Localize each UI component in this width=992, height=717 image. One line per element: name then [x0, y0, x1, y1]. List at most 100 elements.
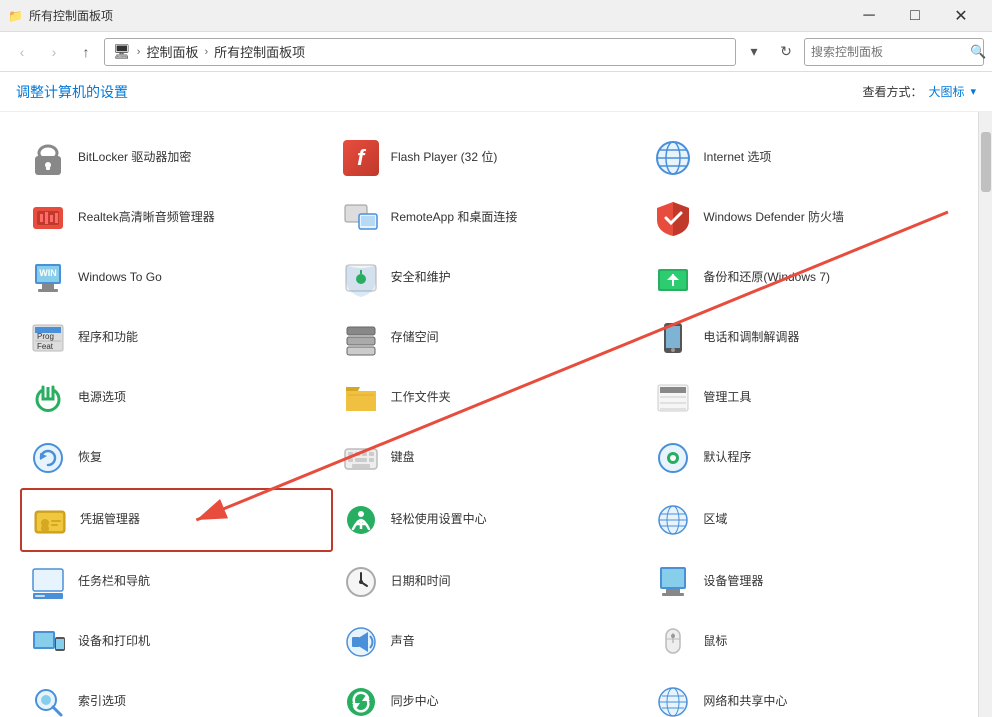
label-bitlocker: BitLocker 驱动器加密 — [78, 150, 191, 166]
grid-item-indexing[interactable]: 索引选项 — [20, 672, 333, 717]
grid-item-network[interactable]: 网络和共享中心 — [645, 672, 958, 717]
label-devicemgr: 设备管理器 — [703, 574, 763, 590]
icon-network — [653, 682, 693, 717]
grid-item-defaults[interactable]: 默认程序 — [645, 428, 958, 488]
address-path[interactable]: 🖥 › 控制面板 › 所有控制面板项 — [104, 38, 736, 66]
back-button[interactable]: ‹ — [8, 38, 36, 66]
view-current[interactable]: 大图标 — [928, 83, 964, 100]
up-button[interactable]: ↑ — [72, 38, 100, 66]
grid-item-remoteapp[interactable]: RemoteApp 和桌面连接 — [333, 188, 646, 248]
grid-item-keyboard[interactable]: 键盘 — [333, 428, 646, 488]
grid-item-power[interactable]: 电源选项 — [20, 368, 333, 428]
label-programs: 程序和功能 — [78, 330, 138, 346]
label-workfolder: 工作文件夹 — [391, 390, 451, 406]
label-mouse: 鼠标 — [703, 634, 727, 650]
icon-manage — [653, 378, 693, 418]
label-keyboard: 键盘 — [391, 450, 415, 466]
grid-item-devices[interactable]: 设备和打印机 — [20, 612, 333, 672]
grid-item-workfolder[interactable]: 工作文件夹 — [333, 368, 646, 428]
icon-power — [28, 378, 68, 418]
grid-item-region[interactable]: 区域 — [645, 488, 958, 552]
close-button[interactable]: ✕ — [938, 0, 984, 32]
label-indexing: 索引选项 — [78, 694, 126, 710]
search-input[interactable] — [811, 45, 966, 59]
search-box[interactable]: 🔍 — [804, 38, 984, 66]
icon-easyaccess — [341, 500, 381, 540]
label-storage: 存储空间 — [391, 330, 439, 346]
dropdown-button[interactable]: ▾ — [740, 38, 768, 66]
view-label: 查看方式： — [862, 83, 922, 100]
search-icon: 🔍 — [970, 44, 986, 60]
icon-internet — [653, 138, 693, 178]
label-region: 区域 — [703, 512, 727, 528]
grid-item-defender[interactable]: Windows Defender 防火墙 — [645, 188, 958, 248]
icon-security — [341, 258, 381, 298]
grid-item-bitlocker[interactable]: BitLocker 驱动器加密 — [20, 128, 333, 188]
icon-defender — [653, 198, 693, 238]
icon-remoteapp — [341, 198, 381, 238]
grid-item-manage[interactable]: 管理工具 — [645, 368, 958, 428]
window-icon: 📁 — [8, 9, 23, 23]
icon-mouse — [653, 622, 693, 662]
label-defaults: 默认程序 — [703, 450, 751, 466]
path-separator-1: › — [137, 46, 141, 58]
grid-item-realtek[interactable]: Realtek高清晰音频管理器 — [20, 188, 333, 248]
grid-item-security[interactable]: 安全和维护 — [333, 248, 646, 308]
grid-item-sound[interactable]: 声音 — [333, 612, 646, 672]
label-easyaccess: 轻松使用设置中心 — [391, 512, 487, 528]
icon-realtek — [28, 198, 68, 238]
grid-item-internet[interactable]: Internet 选项 — [645, 128, 958, 188]
grid-item-storage[interactable]: 存储空间 — [333, 308, 646, 368]
label-internet: Internet 选项 — [703, 150, 771, 166]
grid-item-programs[interactable]: ProgFeat 程序和功能 — [20, 308, 333, 368]
label-devices: 设备和打印机 — [78, 634, 150, 650]
icon-sound — [341, 622, 381, 662]
address-bar: ‹ › ↑ 🖥 › 控制面板 › 所有控制面板项 ▾ ↻ 🔍 — [0, 32, 992, 72]
label-defender: Windows Defender 防火墙 — [703, 210, 844, 226]
label-taskbar: 任务栏和导航 — [78, 574, 150, 590]
grid-item-mouse[interactable]: 鼠标 — [645, 612, 958, 672]
icon-storage — [341, 318, 381, 358]
label-phone: 电话和调制解调器 — [703, 330, 799, 346]
icon-programs: ProgFeat — [28, 318, 68, 358]
grid-item-datetime[interactable]: 日期和时间 — [333, 552, 646, 612]
maximize-button[interactable]: □ — [892, 0, 938, 32]
path-separator-2: › — [204, 46, 208, 58]
content-panel: BitLocker 驱动器加密 f Flash Player (32 位) In… — [0, 112, 978, 717]
view-dropdown-icon[interactable]: ▾ — [970, 85, 976, 98]
grid-item-windowstogo[interactable]: WIN Windows To Go — [20, 248, 333, 308]
page-title: 调整计算机的设置 — [16, 82, 128, 102]
icon-datetime — [341, 562, 381, 602]
label-sync: 同步中心 — [391, 694, 439, 710]
scrollbar-thumb[interactable] — [981, 132, 991, 192]
scrollbar[interactable] — [978, 112, 992, 717]
icon-backup — [653, 258, 693, 298]
icon-devices — [28, 622, 68, 662]
grid-item-credential[interactable]: 凭据管理器 — [20, 488, 333, 552]
path-part-2: 所有控制面板项 — [214, 42, 305, 61]
label-security: 安全和维护 — [391, 270, 451, 286]
grid-item-devicemgr[interactable]: 设备管理器 — [645, 552, 958, 612]
title-bar-controls: ─ □ ✕ — [846, 0, 984, 32]
main-area: BitLocker 驱动器加密 f Flash Player (32 位) In… — [0, 112, 992, 717]
path-icon: 🖥 — [113, 43, 131, 60]
grid-item-flash[interactable]: f Flash Player (32 位) — [333, 128, 646, 188]
icon-taskbar — [28, 562, 68, 602]
label-network: 网络和共享中心 — [703, 694, 787, 710]
grid-item-sync[interactable]: 同步中心 — [333, 672, 646, 717]
icon-bitlocker — [28, 138, 68, 178]
grid-item-phone[interactable]: 电话和调制解调器 — [645, 308, 958, 368]
label-realtek: Realtek高清晰音频管理器 — [78, 210, 215, 226]
icon-phone — [653, 318, 693, 358]
label-datetime: 日期和时间 — [391, 574, 451, 590]
forward-button[interactable]: › — [40, 38, 68, 66]
refresh-button[interactable]: ↻ — [772, 38, 800, 66]
grid-item-taskbar[interactable]: 任务栏和导航 — [20, 552, 333, 612]
grid-item-recovery[interactable]: 恢复 — [20, 428, 333, 488]
label-credential: 凭据管理器 — [80, 512, 140, 528]
label-windowstogo: Windows To Go — [78, 270, 162, 286]
label-manage: 管理工具 — [703, 390, 751, 406]
grid-item-easyaccess[interactable]: 轻松使用设置中心 — [333, 488, 646, 552]
grid-item-backup[interactable]: 备份和还原(Windows 7) — [645, 248, 958, 308]
minimize-button[interactable]: ─ — [846, 0, 892, 32]
